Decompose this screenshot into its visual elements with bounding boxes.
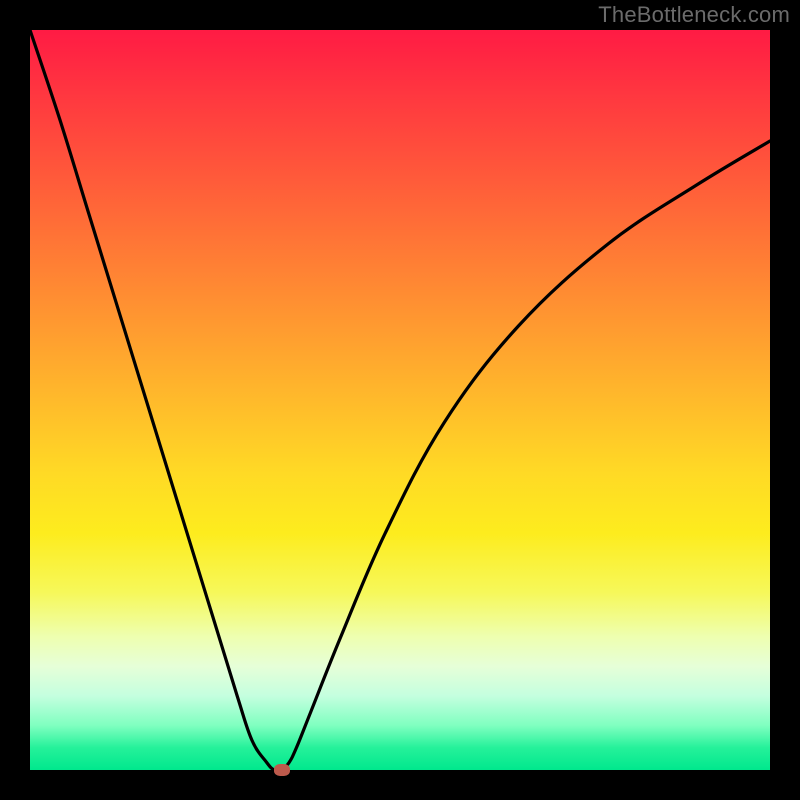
- curve-svg: [30, 30, 770, 770]
- chart-frame: TheBottleneck.com: [0, 0, 800, 800]
- watermark-text: TheBottleneck.com: [598, 2, 790, 28]
- plot-area: [30, 30, 770, 770]
- vertex-marker: [274, 764, 290, 776]
- curve-path: [30, 30, 770, 770]
